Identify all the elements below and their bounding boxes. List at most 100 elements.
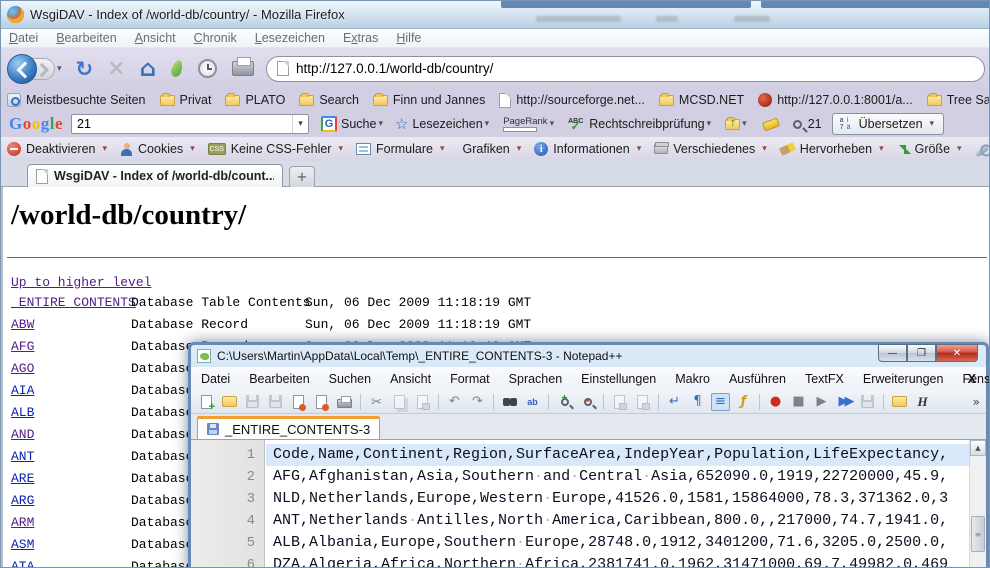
bookmark-item[interactable]: Tree Samples xyxy=(927,93,990,107)
dir-link[interactable]: ARM xyxy=(11,515,34,530)
menu-bearbeiten[interactable]: Bearbeiten xyxy=(56,31,116,45)
spellcheck-dropdown-icon[interactable]: ▾ xyxy=(707,119,712,129)
npp-menu-Erweiterungen[interactable]: Erweiterungen xyxy=(863,372,944,386)
npp-menu-Makro[interactable]: Makro xyxy=(675,372,710,386)
menu-ansicht[interactable]: Ansicht xyxy=(135,31,176,45)
dir-link[interactable]: ABW xyxy=(11,317,34,332)
folder-dropdown-icon[interactable]: ▾ xyxy=(742,119,747,129)
back-button-icon[interactable] xyxy=(7,54,37,84)
webdev-person[interactable]: Cookies▾ xyxy=(120,142,197,156)
copy-icon[interactable] xyxy=(390,393,409,411)
close-button[interactable]: ✕ xyxy=(936,344,978,362)
dir-link[interactable]: ALB xyxy=(11,405,34,420)
dir-link[interactable]: _ENTIRE_CONTENTS xyxy=(11,295,136,310)
spellcheck-abc-icon[interactable]: ABC ✓ xyxy=(568,118,583,130)
google-search-input[interactable] xyxy=(72,117,292,131)
google-g-icon[interactable]: G xyxy=(321,116,337,132)
word-wrap-icon[interactable]: ↵ xyxy=(665,393,684,411)
stop-macro-icon[interactable]: ■ xyxy=(789,393,808,411)
bookmark-item[interactable]: MCSD.NET xyxy=(659,93,744,107)
google-search-dropdown-icon[interactable]: ▾ xyxy=(292,115,308,133)
webdev-image[interactable]: Grafiken▾ xyxy=(458,142,524,156)
dir-link[interactable]: ARE xyxy=(11,471,34,486)
webdev-box[interactable]: Verschiedenes▾ xyxy=(654,142,769,156)
google-search-button[interactable]: Suche xyxy=(341,117,376,131)
history-dropdown-icon[interactable]: ▾ xyxy=(57,64,62,74)
print-icon[interactable] xyxy=(335,393,354,411)
folder-as-workspace-icon[interactable] xyxy=(890,393,909,411)
bookmark-item[interactable]: PLATO xyxy=(225,93,285,107)
webdev-disable[interactable]: Deaktivieren▾ xyxy=(7,142,109,156)
close-doc-icon[interactable] xyxy=(289,393,308,411)
webdev-brush[interactable]: Hervorheben▾ xyxy=(780,142,886,156)
npp-menu-Einstellungen[interactable]: Einstellungen xyxy=(581,372,656,386)
close-all-icon[interactable] xyxy=(312,393,331,411)
redo-icon[interactable]: ↷ xyxy=(468,393,487,411)
zoom-in-icon[interactable] xyxy=(555,393,574,411)
url-bar[interactable] xyxy=(266,56,985,82)
npp-menu-Sprachen[interactable]: Sprachen xyxy=(509,372,563,386)
translate-button[interactable]: aí7ä Übersetzen ▾ xyxy=(832,113,944,135)
dir-link[interactable]: ANT xyxy=(11,449,34,464)
new-tab-button[interactable]: + xyxy=(289,166,315,187)
send-to-folder-icon[interactable] xyxy=(725,119,740,130)
npp-menu-Format[interactable]: Format xyxy=(450,372,490,386)
minimize-button[interactable]: — xyxy=(878,344,907,362)
bookmark-item[interactable]: http://127.0.0.1:8001/a... xyxy=(758,93,913,107)
bookmarks-star-icon[interactable]: ☆ xyxy=(395,115,408,133)
greasemonkey-leaf-icon[interactable] xyxy=(170,59,185,78)
npp-menu-Fenster[interactable]: Fenster xyxy=(962,372,990,386)
npp-menu-TextFX[interactable]: TextFX xyxy=(805,372,844,386)
menu-datei[interactable]: Datei xyxy=(9,31,38,45)
print-icon[interactable] xyxy=(232,61,254,76)
reload-icon[interactable]: ↻ xyxy=(76,57,94,81)
bookmark-item[interactable]: Meistbesuchte Seiten xyxy=(7,93,146,107)
npp-menu-close[interactable]: X xyxy=(968,372,976,386)
word-find-magnifier-icon[interactable] xyxy=(793,120,802,129)
home-icon[interactable]: ⌂ xyxy=(140,59,156,79)
dir-link[interactable]: AGO xyxy=(11,361,34,376)
line-numbers-icon[interactable]: ≡ xyxy=(711,393,730,411)
webdev-form[interactable]: Formulare▾ xyxy=(356,142,447,156)
pagerank-indicator[interactable]: PageRank xyxy=(503,117,547,132)
document-tab[interactable]: _ENTIRE_CONTENTS-3 xyxy=(197,416,380,439)
open-folder-icon[interactable] xyxy=(220,393,239,411)
webdev-css[interactable]: CSSKeine CSS-Fehler▾ xyxy=(208,142,345,156)
bookmark-item[interactable]: Finn und Jannes xyxy=(373,93,485,107)
show-all-chars-icon[interactable]: ¶ xyxy=(688,393,707,411)
google-search-box[interactable]: ▾ xyxy=(71,114,309,134)
run-macro-multi-icon[interactable]: ▶▶ xyxy=(835,393,854,411)
replace-icon[interactable]: ab xyxy=(523,393,542,411)
save-all-icon[interactable] xyxy=(266,393,285,411)
menu-hilfe[interactable]: Hilfe xyxy=(396,31,421,45)
highlighter-icon[interactable] xyxy=(762,117,780,131)
new-file-icon[interactable] xyxy=(197,393,216,411)
save-macro-icon[interactable] xyxy=(858,393,877,411)
tab-wsgidav-index[interactable]: WsgiDAV - Index of /world-db/count... xyxy=(27,164,283,187)
dir-link[interactable]: AND xyxy=(11,427,34,442)
cut-icon[interactable]: ✂ xyxy=(367,393,386,411)
undo-icon[interactable]: ↶ xyxy=(445,393,464,411)
bookmark-item[interactable]: Privat xyxy=(160,93,212,107)
find-icon[interactable] xyxy=(500,393,519,411)
pagerank-dropdown-icon[interactable]: ▾ xyxy=(550,119,555,129)
dir-link[interactable]: ATA xyxy=(11,559,34,568)
play-macro-icon[interactable]: ▶ xyxy=(812,393,831,411)
zoom-out-icon[interactable] xyxy=(578,393,597,411)
dir-link[interactable]: AIA xyxy=(11,383,34,398)
dir-link[interactable]: ARG xyxy=(11,493,34,508)
webdev-wrench[interactable]: Extras▾ xyxy=(975,142,990,156)
spellcheck-button[interactable]: Rechtschreibprüfung xyxy=(589,117,704,131)
menu-chronik[interactable]: Chronik xyxy=(194,31,237,45)
npp-menu-Suchen[interactable]: Suchen xyxy=(329,372,371,386)
dir-link[interactable]: AFG xyxy=(11,339,34,354)
paste-icon[interactable] xyxy=(413,393,432,411)
function-list-icon[interactable]: ƒ xyxy=(734,393,753,411)
bookmark-item[interactable]: http://sourceforge.net... xyxy=(499,93,645,108)
webdev-resize[interactable]: Größe▾ xyxy=(897,142,964,156)
editor-area[interactable]: ▲ ≡ 1Code,Name,Continent,Region,SurfaceA… xyxy=(191,440,986,568)
npp-menu-Bearbeiten[interactable]: Bearbeiten xyxy=(249,372,309,386)
html-view-icon[interactable]: H xyxy=(913,393,932,411)
dir-link[interactable]: ASM xyxy=(11,537,34,552)
menu-extras[interactable]: Extras xyxy=(343,31,378,45)
